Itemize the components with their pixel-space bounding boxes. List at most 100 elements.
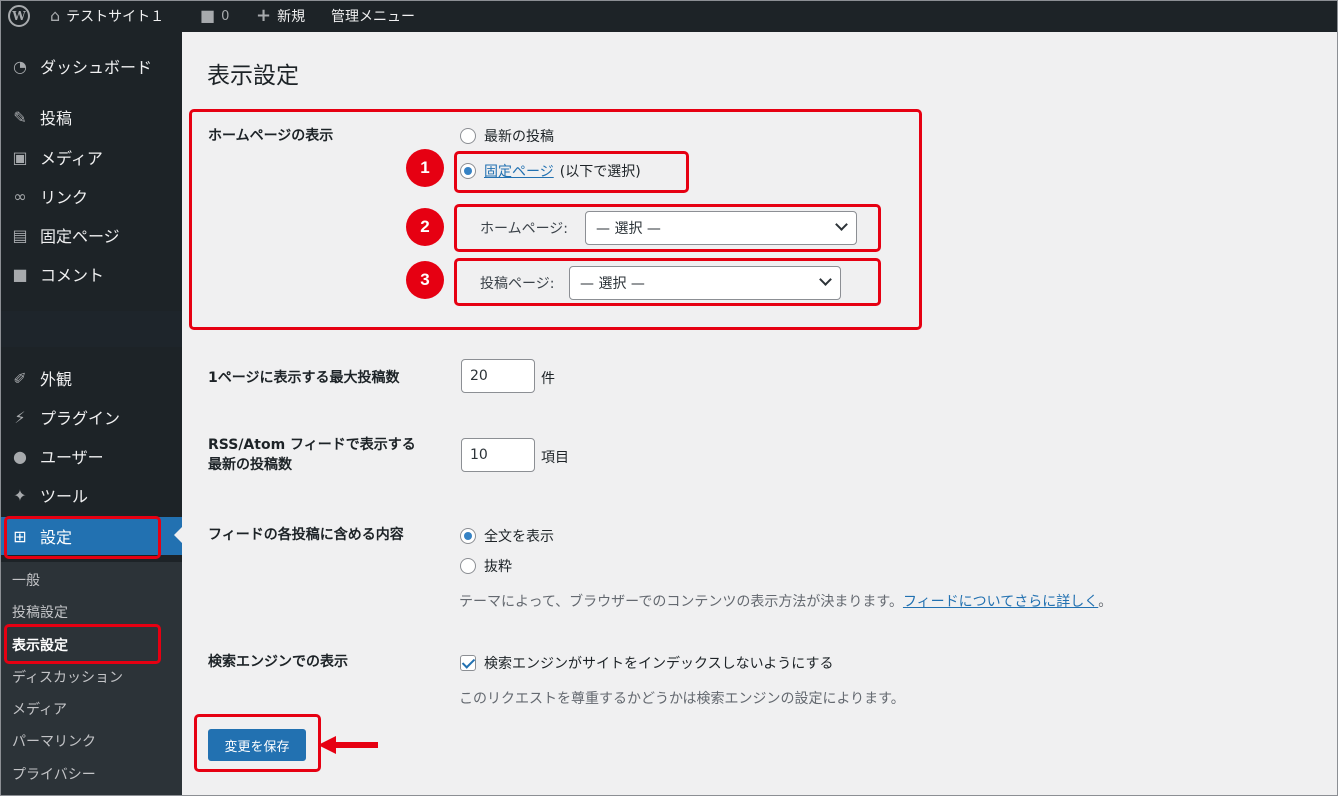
postspage-select-label: 投稿ページ: (480, 276, 555, 292)
chevron-down-icon (819, 273, 832, 286)
rss-count-unit: 項目 (541, 450, 569, 466)
feed-description: テーマによって、ブラウザーでのコンテンツの表示方法が決まります。フィードについて… (459, 591, 1112, 611)
radio-excerpt[interactable]: 抜粋 (460, 556, 512, 576)
rss-label: RSS/Atom フィードで表示する 最新の投稿数 (208, 435, 416, 476)
sidebar-item-label: リンク (40, 188, 89, 207)
radio-static-page[interactable]: 固定ページ (以下で選択) (460, 161, 641, 181)
plus-icon: + (256, 5, 272, 26)
rss-label-line2: 最新の投稿数 (208, 457, 292, 474)
submenu-item-general[interactable]: 一般 (12, 570, 40, 590)
comment-icon: ■ (200, 6, 216, 25)
sidebar-item-media[interactable]: ▣ メディア (0, 139, 182, 175)
new-label: 新規 (277, 9, 306, 25)
posts-per-page-unit: 件 (541, 371, 555, 387)
posts-per-page-input[interactable]: 20 (461, 359, 535, 393)
sidebar-item-label: メディア (40, 149, 103, 168)
radio-button[interactable] (460, 558, 476, 574)
brush-icon: ✐ (13, 368, 27, 388)
step-badge-2: 2 (406, 208, 444, 246)
postspage-select-value: — 選択 — (580, 276, 645, 292)
feed-desc-suffix: 。 (1098, 594, 1113, 610)
admin-menu-label: 管理メニュー (331, 9, 415, 25)
radio-excerpt-label: 抜粋 (484, 559, 512, 575)
noindex-checkbox-label: 検索エンジンがサイトをインデックスしないようにする (484, 656, 834, 672)
radio-button-selected[interactable] (460, 528, 476, 544)
radio-latest-posts[interactable]: 最新の投稿 (460, 126, 554, 146)
feed-learn-more-link[interactable]: フィードについてさらに詳しく (903, 594, 1098, 610)
step-badge-3: 3 (406, 261, 444, 299)
noindex-checkbox[interactable] (460, 655, 476, 671)
sidebar-item-plugins[interactable]: ⚡ プラグイン (0, 399, 182, 435)
admin-bar: W ⌂ テストサイト１ ■ 0 + 新規 管理メニュー (0, 0, 1338, 32)
site-name: テストサイト１ (66, 9, 165, 25)
submenu-item-writing[interactable]: 投稿設定 (12, 602, 68, 622)
sidebar-item-posts[interactable]: ✎ 投稿 (0, 99, 182, 135)
feed-content-label: フィードの各投稿に含める内容 (208, 527, 404, 543)
chevron-down-icon (835, 218, 848, 231)
sidebar-item-label: プラグイン (40, 409, 121, 428)
sidebar-item-dashboard[interactable]: ◔ ダッシュボード (0, 48, 182, 84)
link-icon: ∞ (13, 186, 27, 206)
search-engine-label: 検索エンジンでの表示 (208, 654, 348, 670)
postspage-select[interactable]: — 選択 — (569, 266, 841, 300)
sidebar-item-label: ユーザー (40, 448, 104, 467)
static-page-link[interactable]: 固定ページ (484, 161, 554, 181)
sidebar-item-tools[interactable]: ✦ ツール (0, 477, 182, 513)
main-content: 表示設定 ホームページの表示 最新の投稿 固定ページ (以下で選択) ホームペー… (182, 32, 1338, 796)
sidebar-item-users[interactable]: ● ユーザー (0, 438, 182, 474)
radio-full-text[interactable]: 全文を表示 (460, 526, 554, 546)
admin-menu-link[interactable]: 管理メニュー (331, 0, 415, 32)
submenu-item-media[interactable]: メディア (12, 699, 67, 719)
dashboard-icon: ◔ (13, 56, 27, 76)
sidebar-item-label: ダッシュボード (40, 58, 153, 77)
rss-count-input[interactable]: 10 (461, 438, 535, 472)
page-icon: ▤ (12, 225, 28, 245)
homepage-display-label: ホームページの表示 (208, 128, 334, 144)
sidebar-item-label: コメント (40, 266, 105, 285)
media-icon: ▣ (12, 147, 28, 167)
settings-submenu: 一般 投稿設定 表示設定 ディスカッション メディア パーマリンク プライバシー (0, 562, 182, 796)
homepage-select-value: — 選択 — (596, 221, 661, 237)
sidebar-separator (0, 311, 182, 347)
radio-button-selected[interactable] (460, 163, 476, 179)
plugin-icon: ⚡ (14, 407, 26, 427)
settings-icon: ⊞ (13, 526, 27, 546)
submenu-item-discussion[interactable]: ディスカッション (12, 667, 123, 687)
pin-icon: ✎ (13, 107, 27, 127)
noindex-checkbox-row[interactable]: 検索エンジンがサイトをインデックスしないようにする (460, 653, 833, 673)
rss-label-line1: RSS/Atom フィードで表示する (208, 437, 416, 453)
user-icon: ● (13, 446, 27, 466)
static-page-suffix: (以下で選択) (559, 164, 641, 180)
posts-per-page-label: 1ページに表示する最大投稿数 (208, 370, 400, 386)
step-badge-1: 1 (406, 149, 444, 187)
radio-latest-label: 最新の投稿 (484, 129, 554, 145)
save-button[interactable]: 変更を保存 (208, 729, 306, 761)
wordpress-icon: W (8, 5, 30, 27)
sidebar-item-label: 設定 (40, 528, 73, 547)
site-name-link[interactable]: ⌂ テストサイト１ (50, 0, 164, 32)
comment-icon: ■ (12, 264, 28, 284)
comments-count: 0 (221, 8, 230, 24)
page-title: 表示設定 (207, 63, 299, 89)
sidebar-item-pages[interactable]: ▤ 固定ページ (0, 217, 182, 253)
submenu-item-permalinks[interactable]: パーマリンク (12, 731, 96, 751)
wordpress-logo[interactable]: W (8, 0, 30, 32)
annotation-arrow-icon (318, 736, 378, 754)
search-engine-description: このリクエストを尊重するかどうかは検索エンジンの設定によります。 (459, 691, 905, 707)
new-content-link[interactable]: + 新規 (256, 0, 305, 32)
sidebar-item-links[interactable]: ∞ リンク (0, 178, 182, 214)
sidebar-item-settings[interactable]: ⊞ 設定 (0, 517, 182, 555)
homepage-select-label: ホームページ: (480, 221, 569, 237)
sidebar-item-appearance[interactable]: ✐ 外観 (0, 360, 182, 396)
wrench-icon: ✦ (13, 485, 27, 505)
submenu-item-reading[interactable]: 表示設定 (12, 635, 68, 655)
homepage-select[interactable]: — 選択 — (585, 211, 857, 245)
sidebar-item-label: 固定ページ (40, 227, 120, 246)
sidebar-item-comments[interactable]: ■ コメント (0, 256, 182, 292)
admin-sidebar: ◔ ダッシュボード ✎ 投稿 ▣ メディア ∞ リンク ▤ 固定ページ ■ コメ… (0, 32, 182, 796)
submenu-item-privacy[interactable]: プライバシー (12, 764, 96, 784)
home-icon: ⌂ (50, 6, 61, 25)
comments-link[interactable]: ■ 0 (200, 0, 229, 32)
radio-button[interactable] (460, 128, 476, 144)
radio-full-label: 全文を表示 (484, 529, 554, 545)
